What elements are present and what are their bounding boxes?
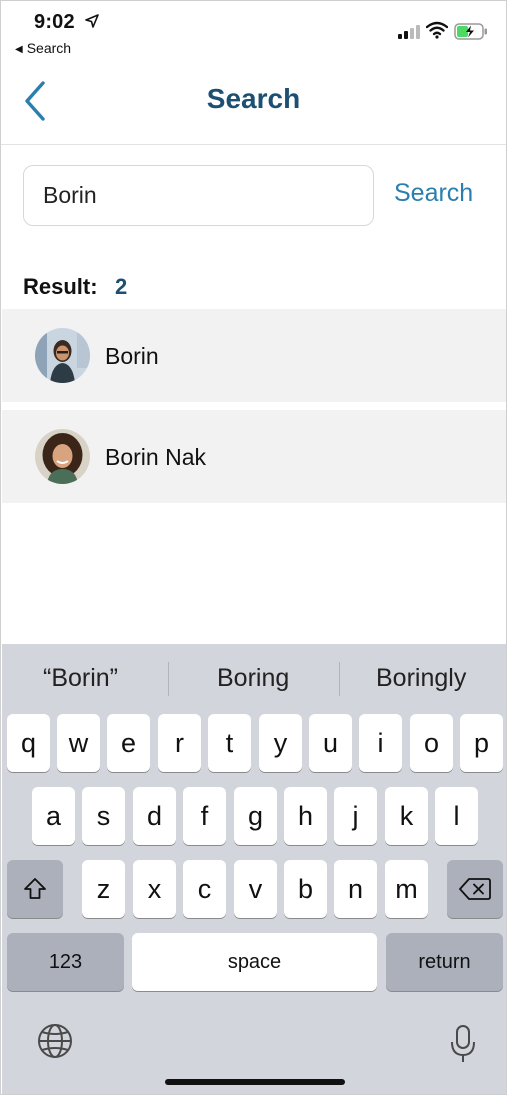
backspace-icon [459,878,491,900]
suggestion-2[interactable]: Boring [217,664,289,693]
avatar [35,328,90,383]
suggestion-3[interactable]: Boringly [376,664,466,693]
list-item[interactable]: Borin [2,309,506,402]
key-d[interactable]: d [133,787,176,845]
key-q[interactable]: q [7,714,50,772]
numbers-key[interactable]: 123 [7,933,124,991]
key-j[interactable]: j [334,787,377,845]
key-z[interactable]: z [82,860,125,918]
shift-icon [24,878,46,899]
cellular-signal-icon [398,25,420,39]
back-to-app-label: Search [26,40,72,56]
key-b[interactable]: b [284,860,327,918]
key-m[interactable]: m [385,860,428,918]
keyboard: “Borin” Boring Boringly q w e r t y u i … [2,644,506,1094]
key-c[interactable]: c [183,860,226,918]
search-input[interactable] [23,165,374,226]
key-o[interactable]: o [410,714,453,772]
key-n[interactable]: n [334,860,377,918]
key-f[interactable]: f [183,787,226,845]
globe-icon[interactable] [36,1022,74,1060]
key-k[interactable]: k [385,787,428,845]
list-item[interactable]: Borin Nak [2,410,506,503]
result-count: 2 [115,274,128,299]
phone-screen: 9:02 ◀ Search Search Borin Search Result… [0,0,507,1095]
key-x[interactable]: x [133,860,176,918]
search-button[interactable]: Search [394,179,473,208]
status-time: 9:02 [34,11,75,33]
space-key[interactable]: space [132,933,377,991]
result-label: Result: [23,274,98,299]
key-v[interactable]: v [234,860,277,918]
key-g[interactable]: g [234,787,277,845]
shift-key[interactable] [7,860,63,918]
key-y[interactable]: y [259,714,302,772]
status-bar: 9:02 ◀ Search [1,1,506,61]
key-r[interactable]: r [158,714,201,772]
return-key[interactable]: return [386,933,503,991]
home-indicator[interactable] [165,1079,345,1085]
back-triangle-icon: ◀ [15,44,23,55]
key-t[interactable]: t [208,714,251,772]
key-p[interactable]: p [460,714,503,772]
avatar [35,429,90,484]
suggestion-1[interactable]: “Borin” [43,664,118,693]
suggestion-divider [339,662,340,696]
wifi-icon [426,21,448,39]
suggestion-divider [168,662,169,696]
result-name: Borin Nak [105,444,206,470]
microphone-icon[interactable] [450,1024,476,1064]
battery-charging-icon [454,23,487,40]
location-arrow-icon [85,14,99,28]
delete-key[interactable] [447,860,503,918]
back-to-app-link[interactable]: ◀ Search [15,40,71,56]
key-e[interactable]: e [107,714,150,772]
navigation-bar: Search [1,61,506,145]
key-i[interactable]: i [359,714,402,772]
key-w[interactable]: w [57,714,100,772]
key-a[interactable]: a [32,787,75,845]
key-h[interactable]: h [284,787,327,845]
key-s[interactable]: s [82,787,125,845]
key-l[interactable]: l [435,787,478,845]
key-u[interactable]: u [309,714,352,772]
result-name: Borin [105,343,159,369]
page-title: Search [206,83,301,114]
